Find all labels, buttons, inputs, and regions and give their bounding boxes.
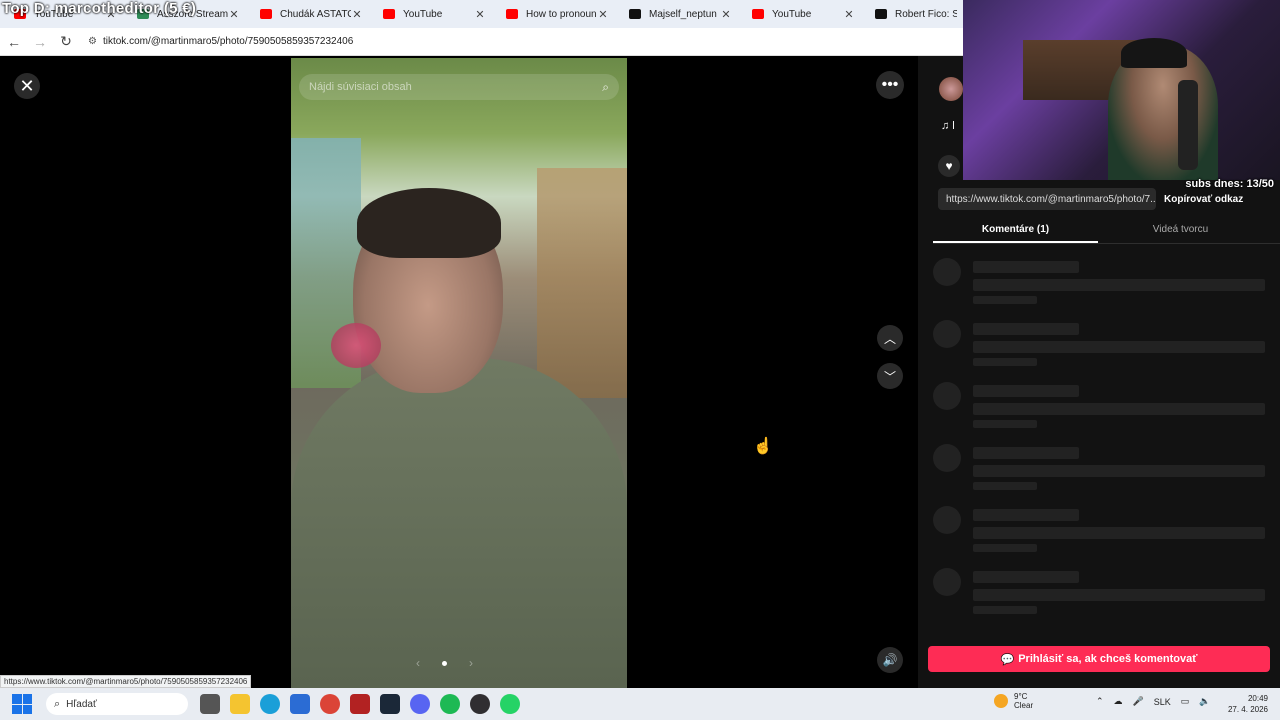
volume-button[interactable]: 🔊 [877, 647, 903, 673]
site-info-icon[interactable]: ⚙ [88, 36, 97, 47]
list-item [933, 568, 1273, 630]
taskbar: ⌕ Hľadať 9°C Clear ⌃ ☁ 🎤 SLK ▭ 🔈 20:49 2… [0, 688, 1280, 720]
display-icon[interactable]: ▭ [1181, 696, 1190, 707]
browser-tab[interactable]: Majself_neptun (@m✕ [615, 0, 738, 28]
chevron-up-icon: ︿ [883, 331, 896, 346]
search-icon[interactable]: ⌕ [602, 80, 609, 95]
comment-icon: 💬 [1000, 653, 1015, 666]
streamer-webcam [963, 0, 1280, 180]
search-placeholder: Nájdi súvisiaci obsah [309, 81, 412, 93]
login-to-comment-button[interactable]: 💬 Prihlásiť sa, ak chceš komentovať [928, 646, 1270, 672]
share-link-field[interactable]: https://www.tiktok.com/@martinmaro5/phot… [938, 188, 1156, 210]
browser-tab[interactable]: Robert Fico: Sl [861, 0, 963, 28]
taskbar-apps [200, 694, 520, 714]
windows-start-button[interactable] [12, 694, 32, 714]
next-post-button[interactable]: ﹀ [877, 363, 903, 389]
speaker-icon: 🔊 [882, 653, 898, 667]
carousel-next-icon[interactable]: › [469, 656, 473, 670]
url-text: tiktok.com/@martinmaro5/photo/7590505859… [102, 36, 354, 47]
store-icon[interactable] [290, 694, 310, 714]
hand-cursor-icon: ☝ [753, 438, 773, 455]
tiktok-icon [875, 9, 887, 19]
forward-button[interactable]: → [28, 30, 52, 54]
creator-avatar[interactable] [939, 77, 963, 101]
reload-button[interactable]: ↻ [54, 30, 78, 54]
tiktok-icon [629, 9, 641, 19]
photo-carousel-nav: ‹ › [416, 656, 473, 670]
system-tray: ⌃ ☁ 🎤 SLK ▭ 🔈 [1096, 696, 1211, 707]
carousel-dot[interactable] [442, 660, 447, 666]
search-icon: ⌕ [54, 697, 61, 710]
close-icon: ✕ [19, 75, 35, 96]
youtube-icon [506, 9, 518, 19]
discord-icon[interactable] [410, 694, 430, 714]
panel-tabs: Komentáre (1) Videá tvorcu [933, 218, 1280, 244]
browser-tab[interactable]: Chudák ASTATORO✕ [246, 0, 369, 28]
language-indicator[interactable]: SLK [1154, 697, 1171, 707]
photo-image: Nájdi súvisiaci obsah ⌕ ‹ › [291, 58, 627, 688]
like-button[interactable]: ♥ [938, 155, 960, 177]
weather-widget[interactable]: 9°C Clear [994, 692, 1033, 710]
browser-tab[interactable]: YouTube ✕ [738, 0, 861, 28]
network-icon[interactable]: ☁ [1114, 696, 1123, 707]
close-tab-icon[interactable]: ✕ [843, 8, 855, 21]
photo-viewer: ✕ Nájdi súvisiaci obsah ⌕ ‹ › ••• ︿ ﹀ 🔊 … [0, 56, 918, 688]
more-options-button[interactable]: ••• [876, 71, 904, 99]
close-tab-icon[interactable]: ✕ [720, 8, 732, 21]
list-item [933, 382, 1273, 444]
chevron-down-icon: ﹀ [883, 369, 896, 384]
address-bar: ← → ↻ ⚙ tiktok.com/@martinmaro5/photo/75… [0, 28, 963, 56]
chrome-icon[interactable] [320, 694, 340, 714]
browser-tab[interactable]: How to pronounce n✕ [492, 0, 615, 28]
taskbar-search-input[interactable]: ⌕ Hľadať [46, 693, 188, 715]
clock-date: 27. 4. 2026 [1227, 705, 1268, 714]
list-item [933, 320, 1273, 382]
microphone-icon[interactable]: 🎤 [1133, 696, 1144, 707]
weather-desc: Clear [1014, 701, 1034, 710]
spotify-icon[interactable] [440, 694, 460, 714]
close-tab-icon[interactable]: ✕ [351, 8, 363, 21]
music-text[interactable]: ♫ l [941, 120, 955, 132]
whatsapp-icon[interactable] [500, 694, 520, 714]
list-item [933, 258, 1273, 320]
screen: YouTube✕ Asszoro Stream - Wi✕ Chudák AST… [0, 0, 1280, 720]
carousel-prev-icon[interactable]: ‹ [416, 656, 420, 670]
comments-loading-skeleton [933, 258, 1273, 630]
tray-chevron-icon[interactable]: ⌃ [1096, 696, 1104, 707]
file-explorer-icon[interactable] [230, 694, 250, 714]
stream-overlay-donation: Top D: marcotheditor (5 €) [2, 0, 197, 17]
tab-comments[interactable]: Komentáre (1) [933, 218, 1098, 243]
copy-link-button[interactable]: Kopírovať odkaz [1164, 194, 1243, 205]
volume-icon[interactable]: 🔈 [1199, 696, 1210, 707]
youtube-icon [383, 9, 395, 19]
youtube-icon [752, 9, 764, 19]
list-item [933, 506, 1273, 568]
heart-icon: ♥ [945, 159, 953, 173]
tab-creator-videos[interactable]: Videá tvorcu [1098, 218, 1263, 243]
previous-post-button[interactable]: ︿ [877, 325, 903, 351]
weather-temp: 9°C [1014, 692, 1028, 701]
close-tab-icon[interactable]: ✕ [474, 8, 486, 21]
clock[interactable]: 20:49 27. 4. 2026 [1228, 693, 1268, 715]
url-field[interactable]: ⚙ tiktok.com/@martinmaro5/photo/75905058… [88, 36, 353, 47]
list-item [933, 444, 1273, 506]
close-tab-icon[interactable]: ✕ [228, 8, 240, 21]
close-viewer-button[interactable]: ✕ [14, 73, 40, 99]
clock-time: 20:49 [1247, 694, 1268, 703]
youtube-icon [260, 9, 272, 19]
related-search-input[interactable]: Nájdi súvisiaci obsah ⌕ [299, 74, 619, 100]
app-icon[interactable] [350, 694, 370, 714]
edge-icon[interactable] [260, 694, 280, 714]
task-view-icon[interactable] [200, 694, 220, 714]
back-button[interactable]: ← [2, 30, 26, 54]
obs-icon[interactable] [470, 694, 490, 714]
close-tab-icon[interactable]: ✕ [597, 8, 609, 21]
weather-icon [994, 694, 1008, 708]
browser-tab[interactable]: YouTube ✕ [369, 0, 492, 28]
more-icon: ••• [881, 76, 899, 93]
status-bar-link: https://www.tiktok.com/@martinmaro5/phot… [0, 675, 252, 688]
share-link-row: https://www.tiktok.com/@martinmaro5/phot… [938, 188, 1254, 210]
steam-icon[interactable] [380, 694, 400, 714]
